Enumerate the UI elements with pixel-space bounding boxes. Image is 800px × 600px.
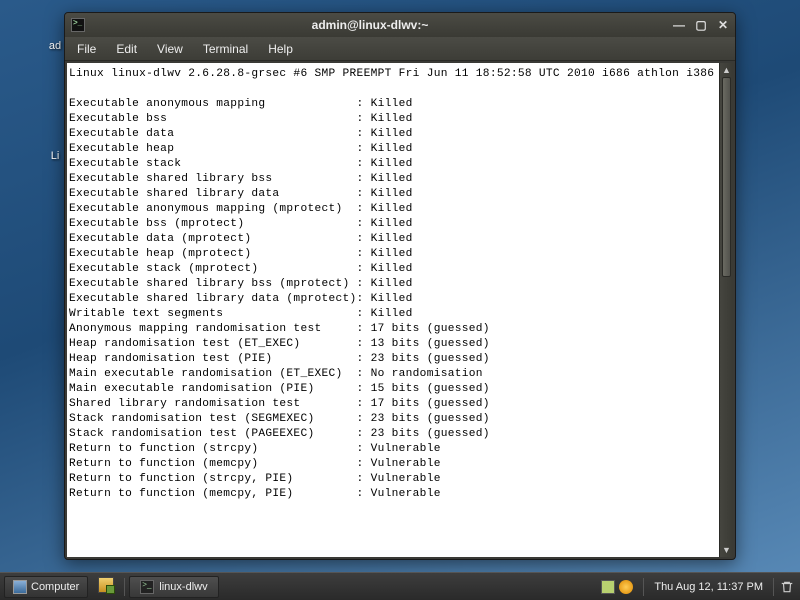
tray-icon[interactable] — [601, 580, 615, 594]
menu-terminal[interactable]: Terminal — [193, 39, 258, 59]
clock[interactable]: Thu Aug 12, 11:37 PM — [648, 581, 769, 593]
scroll-down-icon[interactable]: ▼ — [720, 543, 733, 557]
close-button[interactable]: ✕ — [713, 17, 733, 33]
terminal-content: Linux linux-dlwv 2.6.28.8-grsec #6 SMP P… — [67, 63, 719, 557]
taskbar-item[interactable]: linux-dlwv — [129, 576, 218, 598]
titlebar[interactable]: admin@linux-dlwv:~ — ▢ ✕ — [65, 13, 735, 37]
update-icon[interactable] — [619, 580, 633, 594]
start-button[interactable]: Computer — [4, 576, 88, 598]
terminal-window: admin@linux-dlwv:~ — ▢ ✕ File Edit View … — [64, 12, 736, 560]
start-icon — [13, 580, 27, 594]
scrollbar[interactable]: ▲ ▼ — [719, 63, 733, 557]
menu-file[interactable]: File — [67, 39, 106, 59]
scroll-up-icon[interactable]: ▲ — [720, 63, 733, 77]
taskbar: Computer linux-dlwv Thu Aug 12, 11:37 PM — [0, 572, 800, 600]
quick-launch — [94, 577, 120, 596]
window-title: admin@linux-dlwv:~ — [71, 18, 669, 32]
menu-view[interactable]: View — [147, 39, 193, 59]
separator — [773, 578, 774, 596]
scrollbar-thumb[interactable] — [722, 77, 731, 277]
start-label: Computer — [31, 581, 79, 593]
taskbar-item-label: linux-dlwv — [159, 581, 207, 593]
menubar: File Edit View Terminal Help — [65, 37, 735, 61]
editor-icon[interactable] — [98, 577, 114, 593]
system-tray — [601, 580, 639, 594]
maximize-button[interactable]: ▢ — [691, 17, 711, 33]
trash-icon[interactable] — [778, 578, 796, 596]
separator — [124, 578, 125, 596]
menu-edit[interactable]: Edit — [106, 39, 147, 59]
menu-help[interactable]: Help — [258, 39, 303, 59]
terminal-body[interactable]: Linux linux-dlwv 2.6.28.8-grsec #6 SMP P… — [67, 63, 733, 557]
separator — [643, 578, 644, 596]
minimize-button[interactable]: — — [669, 17, 689, 33]
terminal-icon — [71, 18, 85, 32]
terminal-icon — [140, 580, 154, 594]
